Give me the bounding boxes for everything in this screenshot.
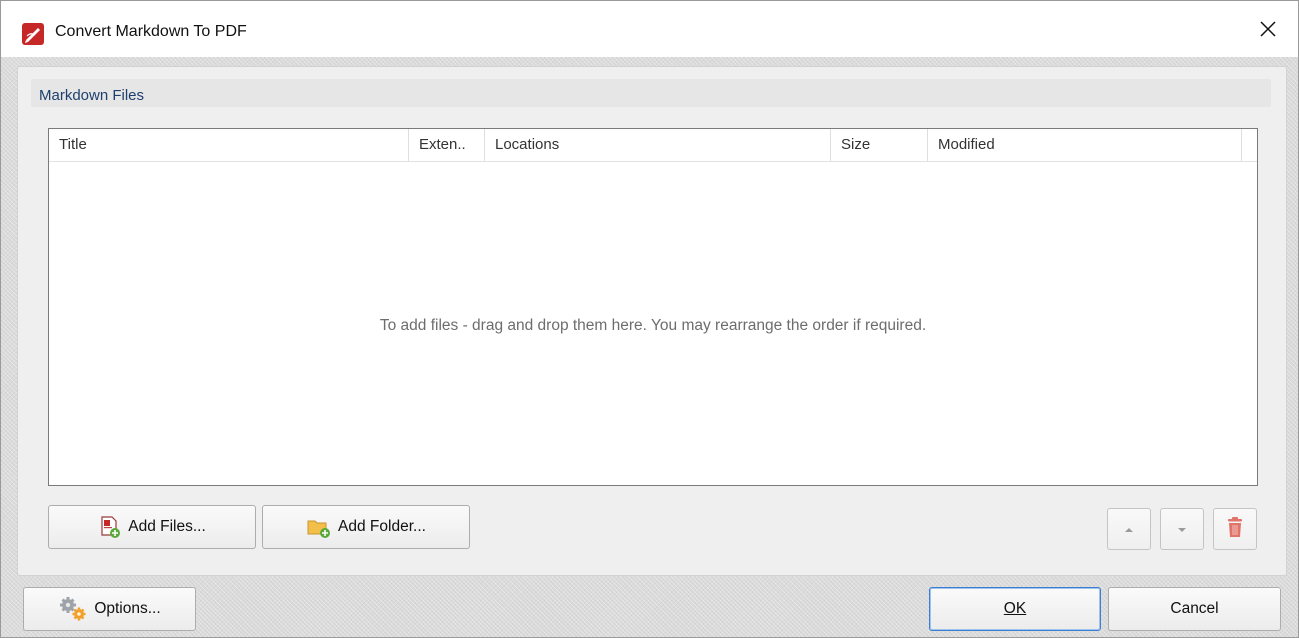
group-header: Markdown Files xyxy=(31,79,1271,107)
arrow-up-icon xyxy=(1124,521,1134,538)
add-folder-label: Add Folder... xyxy=(338,518,426,535)
close-icon xyxy=(1260,21,1276,41)
column-header-title[interactable]: Title xyxy=(49,129,409,161)
title-bar: Convert Markdown To PDF xyxy=(1,1,1298,57)
options-label: Options... xyxy=(94,600,161,617)
add-files-button[interactable]: Add Files... xyxy=(48,505,256,549)
convert-markdown-dialog: Convert Markdown To PDF Markdown Files T… xyxy=(0,0,1299,638)
add-folder-icon xyxy=(306,515,332,539)
delete-button[interactable] xyxy=(1213,508,1257,550)
arrow-down-icon xyxy=(1177,521,1187,538)
add-folder-button[interactable]: Add Folder... xyxy=(262,505,470,549)
move-down-button[interactable] xyxy=(1160,508,1204,550)
list-header: Title Exten.. Locations Size Modified xyxy=(49,129,1257,162)
options-button[interactable]: Options... xyxy=(23,587,196,631)
add-file-icon xyxy=(98,515,122,539)
cancel-label: Cancel xyxy=(1170,600,1219,617)
ok-button[interactable]: OK xyxy=(929,587,1101,631)
dialog-body: Markdown Files Title Exten.. Locations S… xyxy=(1,57,1298,637)
close-button[interactable] xyxy=(1246,11,1290,51)
move-up-button[interactable] xyxy=(1107,508,1151,550)
trash-icon xyxy=(1226,516,1244,542)
column-header-locations[interactable]: Locations xyxy=(485,129,831,161)
column-header-modified[interactable]: Modified xyxy=(928,129,1242,161)
file-list[interactable]: Title Exten.. Locations Size Modified To… xyxy=(48,128,1258,486)
column-header-size[interactable]: Size xyxy=(831,129,928,161)
empty-list-hint: To add files - drag and drop them here. … xyxy=(379,317,927,334)
cancel-button[interactable]: Cancel xyxy=(1108,587,1281,631)
add-files-label: Add Files... xyxy=(128,518,206,535)
gears-icon xyxy=(58,596,88,622)
column-header-extension[interactable]: Exten.. xyxy=(409,129,485,161)
pdf-pen-icon xyxy=(21,22,45,46)
ok-label: OK xyxy=(1003,600,1027,617)
group-title: Markdown Files xyxy=(39,87,145,104)
window-title: Convert Markdown To PDF xyxy=(55,23,247,40)
markdown-files-group: Markdown Files Title Exten.. Locations S… xyxy=(17,66,1287,576)
